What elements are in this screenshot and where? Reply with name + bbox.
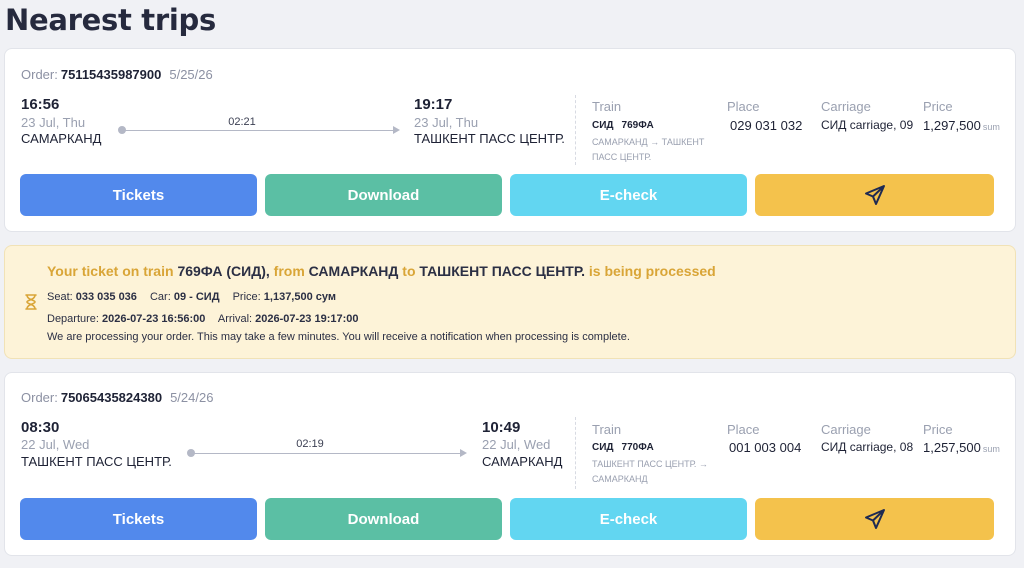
train-label: Train bbox=[592, 422, 622, 437]
order-date: 5/25/26 bbox=[169, 67, 213, 82]
notice-time-row: Departure: 2026-07-23 16:56:00 Arrival: … bbox=[47, 313, 359, 325]
order-line: Order: 75115435987900 5/25/26 bbox=[21, 67, 213, 82]
trip-duration: 02:19 bbox=[296, 438, 324, 450]
order-label: Order: bbox=[21, 390, 58, 405]
arrival-date: 22 Jul, Wed bbox=[482, 437, 551, 452]
arrow-right-icon bbox=[393, 126, 400, 134]
route-line bbox=[187, 448, 467, 458]
trip-duration: 02:21 bbox=[228, 116, 256, 128]
arrival-date: 23 Jul, Thu bbox=[414, 115, 479, 130]
order-label: Order: bbox=[21, 67, 58, 82]
train-route: САМАРКАНД → ТАШКЕНТ ПАСС ЦЕНТР. bbox=[592, 137, 705, 162]
train-code: СИД 769ФА bbox=[592, 120, 654, 131]
carriage-label: Carriage bbox=[821, 99, 871, 114]
place-label: Place bbox=[727, 99, 760, 114]
notice-title: Your ticket on train 769ФА (СИД), from С… bbox=[47, 263, 716, 279]
train-label: Train bbox=[592, 99, 622, 114]
carriage-value: СИД carriage, 09 bbox=[821, 118, 914, 132]
train-code: СИД 770ФА bbox=[592, 442, 654, 453]
departure-date: 22 Jul, Wed bbox=[21, 437, 90, 452]
trip-card: Order: 75115435987900 5/25/26 16:56 23 Jul… bbox=[4, 48, 1016, 232]
carriage-label: Carriage bbox=[821, 422, 871, 437]
notice-train: 769ФА (СИД), bbox=[177, 263, 270, 279]
order-date: 5/24/26 bbox=[170, 390, 214, 405]
order-number: 75115435987900 bbox=[60, 67, 162, 82]
trip-card: Order: 75065435824380 5/24/26 08:30 22 Jul… bbox=[4, 372, 1016, 556]
departure-time: 08:30 bbox=[21, 419, 60, 436]
place-label: Place bbox=[727, 422, 760, 437]
order-number: 75065435824380 bbox=[60, 390, 163, 405]
divider bbox=[575, 95, 576, 165]
notice-from-station: САМАРКАНД bbox=[308, 263, 399, 279]
telegram-share-button[interactable] bbox=[755, 174, 994, 216]
notice-to-station: ТАШКЕНТ ПАСС ЦЕНТР. bbox=[419, 263, 585, 279]
departure-station: САМАРКАНД bbox=[21, 131, 102, 146]
train-number: 769ФА bbox=[621, 120, 654, 131]
order-line: Order: 75065435824380 5/24/26 bbox=[21, 390, 213, 405]
arrival-time: 19:17 bbox=[414, 96, 453, 113]
echeck-button[interactable]: E-check bbox=[510, 498, 747, 540]
train-brand: СИД bbox=[592, 120, 614, 131]
price-label: Price bbox=[923, 99, 953, 114]
price-amount: 1,297,500 bbox=[923, 118, 981, 133]
notice-arrival: 2026-07-23 19:17:00 bbox=[255, 313, 359, 325]
arrival-station: ТАШКЕНТ ПАСС ЦЕНТР. bbox=[414, 131, 565, 146]
price-label: Price bbox=[923, 422, 953, 437]
price-value: 1,297,500 sum bbox=[923, 118, 1000, 133]
processing-notice: Your ticket on train 769ФА (СИД), from С… bbox=[4, 245, 1016, 359]
place-value: 001 003 004 bbox=[729, 440, 802, 455]
route-line bbox=[118, 125, 400, 135]
notice-seat-row: Seat: 033 035 036 Car: 09 - СИД Price: 1… bbox=[47, 291, 337, 303]
tickets-button[interactable]: Tickets bbox=[20, 174, 257, 216]
hourglass-icon bbox=[25, 294, 37, 310]
notice-car: 09 - СИД bbox=[173, 291, 220, 303]
download-button[interactable]: Download bbox=[265, 498, 502, 540]
echeck-button[interactable]: E-check bbox=[510, 174, 747, 216]
arrival-station: САМАРКАНД bbox=[482, 454, 563, 469]
departure-time: 16:56 bbox=[21, 96, 60, 113]
telegram-share-button[interactable] bbox=[755, 498, 994, 540]
paper-plane-icon bbox=[864, 509, 885, 529]
arrival-time: 10:49 bbox=[482, 419, 521, 436]
departure-date: 23 Jul, Thu bbox=[21, 115, 86, 130]
price-value: 1,257,500 sum bbox=[923, 440, 1000, 455]
place-value: 029 031 032 bbox=[730, 118, 803, 133]
notice-seat: 033 035 036 bbox=[75, 291, 137, 303]
paper-plane-icon bbox=[864, 185, 885, 205]
train-brand: СИД bbox=[592, 442, 614, 453]
train-number: 770ФА bbox=[621, 442, 654, 453]
price-currency: sum bbox=[982, 122, 1000, 132]
divider bbox=[575, 417, 576, 489]
notice-message: We are processing your order. This may t… bbox=[47, 331, 630, 343]
notice-price: 1,137,500 сум bbox=[263, 291, 337, 303]
notice-departure: 2026-07-23 16:56:00 bbox=[102, 313, 206, 325]
tickets-button[interactable]: Tickets bbox=[20, 498, 257, 540]
carriage-value: СИД carriage, 08 bbox=[821, 440, 914, 454]
page-title: Nearest trips bbox=[5, 3, 216, 37]
download-button[interactable]: Download bbox=[265, 174, 502, 216]
arrow-right-icon bbox=[460, 449, 467, 457]
price-currency: sum bbox=[982, 444, 1000, 454]
train-route: ТАШКЕНТ ПАСС ЦЕНТР. → САМАРКАНД bbox=[592, 459, 708, 484]
price-amount: 1,257,500 bbox=[923, 440, 981, 455]
notice-status: is being processed bbox=[588, 263, 716, 279]
departure-station: ТАШКЕНТ ПАСС ЦЕНТР. bbox=[21, 454, 172, 469]
